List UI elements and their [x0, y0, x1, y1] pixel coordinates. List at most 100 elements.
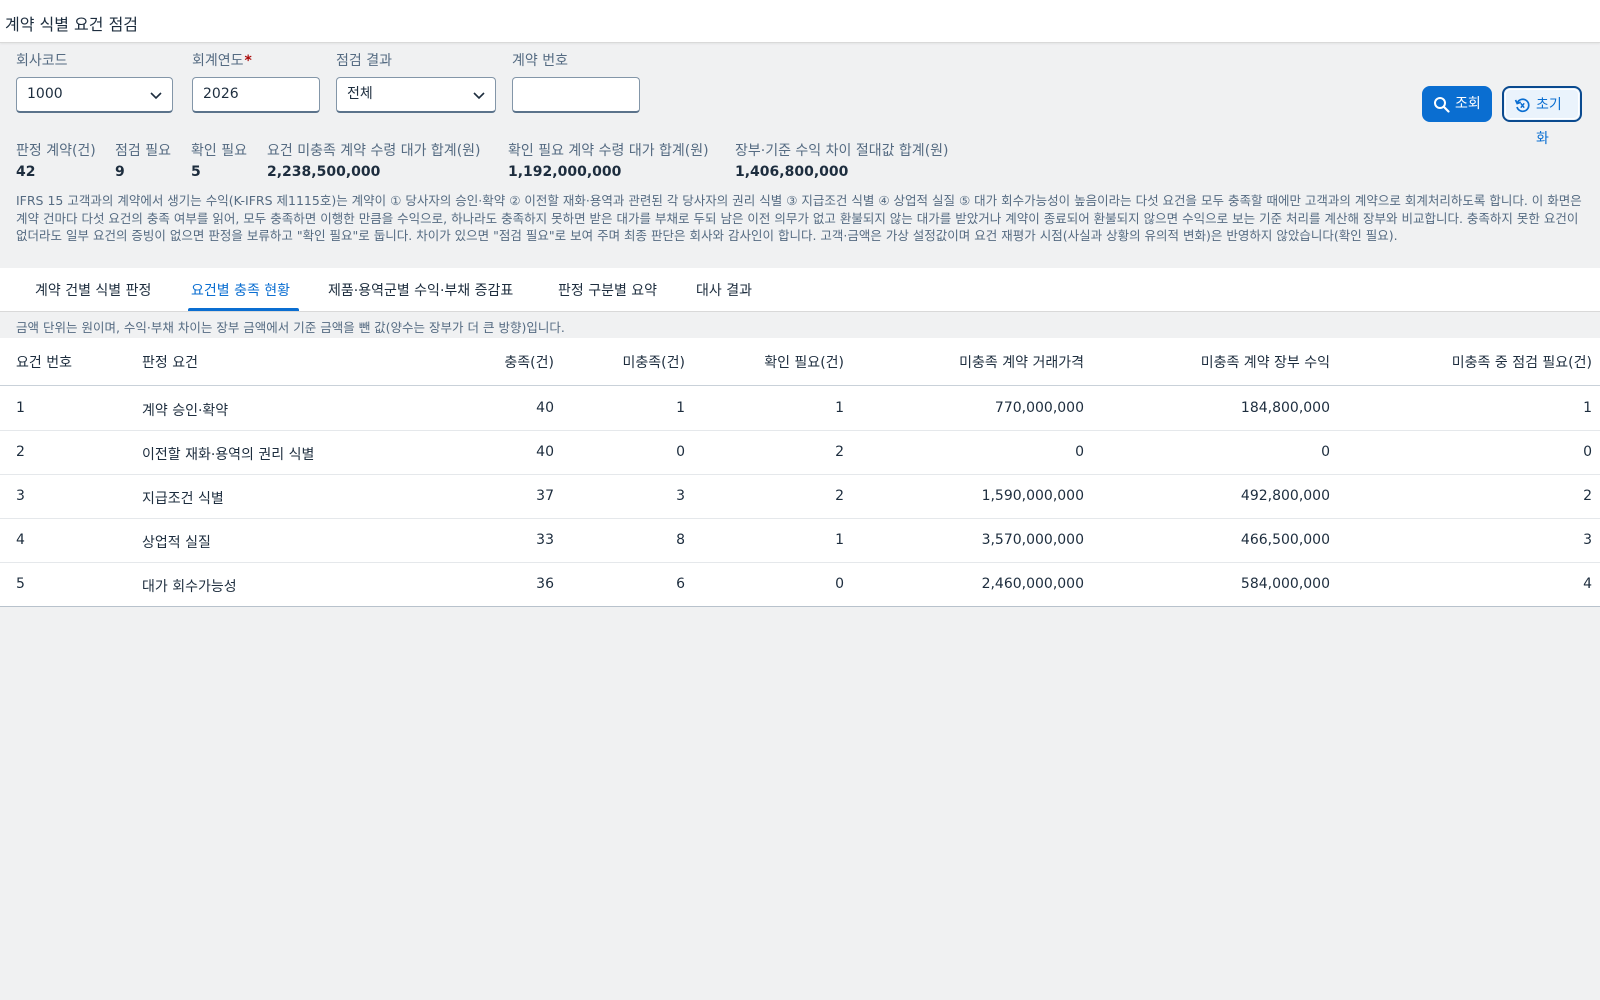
- kpi-confirm-consideration: 확인 필요 계약 수령 대가 합계(원) 1,192,000,000: [508, 140, 709, 180]
- cell-confirm: 1: [835, 532, 844, 548]
- cell-unmet: 1: [676, 400, 685, 416]
- kpi-label: 판정 계약(건): [16, 143, 96, 159]
- cell-unmet: 8: [676, 532, 685, 548]
- table-row[interactable]: 4 상업적 실질 33 8 1 3,570,000,000 466,500,00…: [0, 519, 1600, 563]
- tab-reconciliation[interactable]: 대사 결과: [696, 280, 752, 300]
- cell-check-needed: 4: [1583, 576, 1592, 592]
- cell-price: 770,000,000: [994, 400, 1084, 416]
- chevron-down-icon: [473, 92, 485, 100]
- cell-unmet: 0: [676, 444, 685, 460]
- tab-bar: 계약 건별 식별 판정 요건별 충족 현황 제품·용역군별 수익·부채 증감표 …: [0, 268, 1600, 312]
- cell-price: 2,460,000,000: [981, 576, 1084, 592]
- table-row[interactable]: 2 이전할 재화·용역의 권리 식별 40 0 2 0 0 0: [0, 431, 1600, 475]
- check-result-select[interactable]: 전체: [336, 77, 496, 113]
- kpi-judged-contracts: 판정 계약(건) 42: [16, 140, 96, 180]
- cell-book-revenue: 466,500,000: [1240, 532, 1330, 548]
- cell-req-name: 이전할 재화·용역의 권리 식별: [142, 447, 315, 463]
- kpi-label: 장부·기준 수익 차이 절대값 합계(원): [735, 143, 949, 159]
- cell-unmet: 6: [676, 576, 685, 592]
- kpi-value: 9: [115, 164, 125, 180]
- cell-req-name: 계약 승인·확약: [142, 403, 229, 419]
- contract-no-label: 계약 번호: [512, 53, 568, 69]
- tab-revenue-liability-table[interactable]: 제품·용역군별 수익·부채 증감표: [328, 280, 513, 300]
- column-header[interactable]: 확인 필요(건): [764, 352, 844, 372]
- active-tab-indicator: [188, 308, 299, 311]
- unit-note: 금액 단위는 원이며, 수익·부채 차이는 장부 금액에서 기준 금액을 뺀 값…: [16, 320, 565, 335]
- cell-price: 3,570,000,000: [981, 532, 1084, 548]
- cell-met: 33: [536, 532, 554, 548]
- kpi-value: 42: [16, 164, 36, 180]
- cell-met: 37: [536, 488, 554, 504]
- table-row[interactable]: 5 대가 회수가능성 36 6 0 2,460,000,000 584,000,…: [0, 563, 1600, 607]
- cell-confirm: 1: [835, 400, 844, 416]
- title-bar: 계약 식별 요건 점검: [0, 0, 1600, 43]
- reset-icon: [1514, 98, 1530, 113]
- kpi-confirm-needed: 확인 필요 5: [191, 140, 247, 180]
- kpi-unmet-consideration: 요건 미충족 계약 수령 대가 합계(원) 2,238,500,000: [267, 140, 481, 180]
- kpi-label: 확인 필요: [191, 143, 247, 159]
- column-header[interactable]: 충족(건): [504, 352, 554, 372]
- company-code-field: 회사코드 1000: [16, 52, 173, 113]
- fiscal-year-value: 2026: [203, 86, 239, 102]
- kpi-value: 2,238,500,000: [267, 164, 381, 180]
- cell-confirm: 0: [835, 576, 844, 592]
- cell-check-needed: 0: [1583, 444, 1592, 460]
- reset-button[interactable]: 초기화: [1502, 86, 1582, 147]
- description-text: IFRS 15 고객과의 계약에서 생기는 수익(K-IFRS 제1115호)는…: [16, 193, 1582, 243]
- search-button[interactable]: 조회: [1422, 86, 1492, 122]
- fiscal-year-input[interactable]: 2026: [192, 77, 320, 113]
- cell-req-no: 4: [16, 532, 25, 548]
- cell-confirm: 2: [835, 488, 844, 504]
- company-code-label: 회사코드: [16, 53, 68, 69]
- cell-met: 36: [536, 576, 554, 592]
- cell-price: 1,590,000,000: [981, 488, 1084, 504]
- required-mark: *: [244, 53, 252, 69]
- requirement-table: 요건 번호 판정 요건 충족(건) 미충족(건) 확인 필요(건) 미충족 계약…: [0, 338, 1600, 607]
- table-header: 요건 번호 판정 요건 충족(건) 미충족(건) 확인 필요(건) 미충족 계약…: [0, 338, 1600, 386]
- contract-no-input[interactable]: [512, 77, 640, 113]
- cell-met: 40: [536, 400, 554, 416]
- fiscal-year-label: 회계연도*: [192, 52, 252, 72]
- table-row[interactable]: 1 계약 승인·확약 40 1 1 770,000,000 184,800,00…: [0, 387, 1600, 431]
- fiscal-year-label-text: 회계연도: [192, 53, 244, 69]
- tab-requirement-status[interactable]: 요건별 충족 현황: [191, 280, 290, 300]
- cell-req-no: 3: [16, 488, 25, 504]
- cell-req-name: 지급조건 식별: [142, 491, 224, 507]
- tab-judgment-summary[interactable]: 판정 구분별 요약: [558, 280, 657, 300]
- column-header[interactable]: 판정 요건: [142, 352, 198, 372]
- kpi-label: 확인 필요 계약 수령 대가 합계(원): [508, 143, 709, 159]
- column-header[interactable]: 요건 번호: [16, 352, 72, 372]
- cell-book-revenue: 0: [1321, 444, 1330, 460]
- cell-req-no: 1: [16, 400, 25, 416]
- cell-check-needed: 1: [1583, 400, 1592, 416]
- column-header[interactable]: 미충족 계약 장부 수익: [1201, 352, 1330, 372]
- table-row[interactable]: 3 지급조건 식별 37 3 2 1,590,000,000 492,800,0…: [0, 475, 1600, 519]
- cell-req-no: 2: [16, 444, 25, 460]
- kpi-label: 점검 필요: [115, 143, 171, 159]
- cell-book-revenue: 492,800,000: [1240, 488, 1330, 504]
- cell-confirm: 2: [835, 444, 844, 460]
- filter-bar: 회사코드 1000 회계연도* 2026 점검 결과 전체 계약 번호: [0, 43, 1600, 133]
- search-button-label: 조회: [1455, 96, 1481, 112]
- company-code-select[interactable]: 1000: [16, 77, 173, 113]
- fiscal-year-field: 회계연도* 2026: [192, 52, 320, 113]
- column-header[interactable]: 미충족(건): [623, 352, 685, 372]
- column-header[interactable]: 미충족 계약 거래가격: [959, 352, 1084, 372]
- cell-req-no: 5: [16, 576, 25, 592]
- cell-check-needed: 2: [1583, 488, 1592, 504]
- kpi-value: 1,192,000,000: [508, 164, 622, 180]
- kpi-check-needed: 점검 필요 9: [115, 140, 171, 180]
- cell-met: 40: [536, 444, 554, 460]
- company-code-value: 1000: [27, 86, 63, 102]
- cell-book-revenue: 184,800,000: [1240, 400, 1330, 416]
- check-result-label: 점검 결과: [336, 53, 392, 69]
- chevron-down-icon: [150, 92, 162, 100]
- tab-contract-identification[interactable]: 계약 건별 식별 판정: [35, 280, 151, 300]
- cell-book-revenue: 584,000,000: [1240, 576, 1330, 592]
- column-header[interactable]: 미충족 중 점검 필요(건): [1452, 352, 1592, 372]
- search-icon: [1434, 97, 1450, 113]
- cell-req-name: 상업적 실질: [142, 535, 211, 551]
- kpi-value: 1,406,800,000: [735, 164, 849, 180]
- page-title: 계약 식별 요건 점검: [5, 15, 139, 34]
- cell-check-needed: 3: [1583, 532, 1592, 548]
